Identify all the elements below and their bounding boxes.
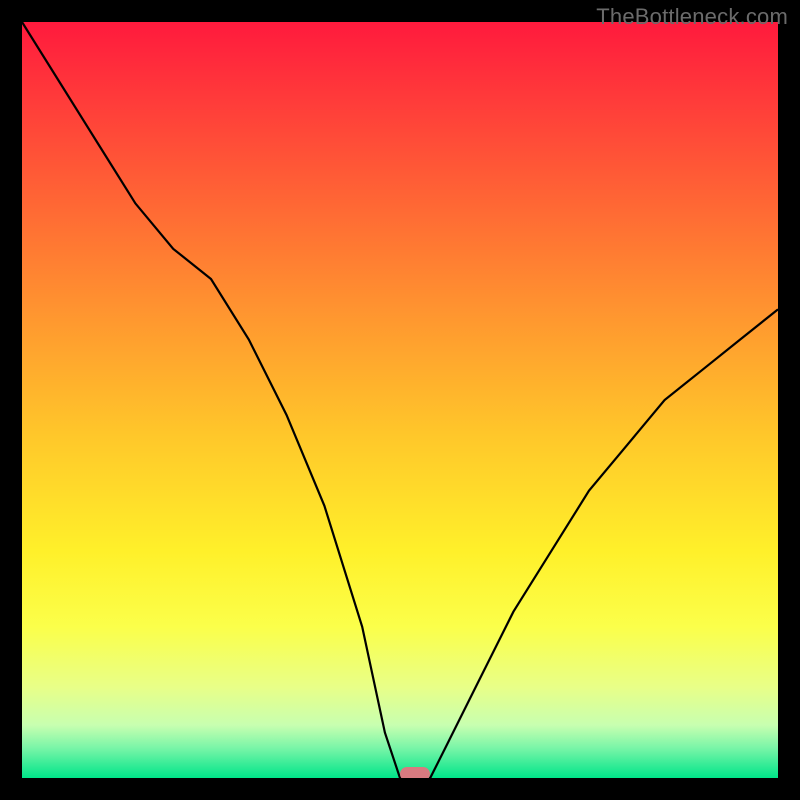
bottleneck-curve (22, 22, 778, 778)
watermark-text: TheBottleneck.com (596, 4, 788, 30)
minimum-marker (400, 767, 430, 778)
chart-plot-area (22, 22, 778, 778)
